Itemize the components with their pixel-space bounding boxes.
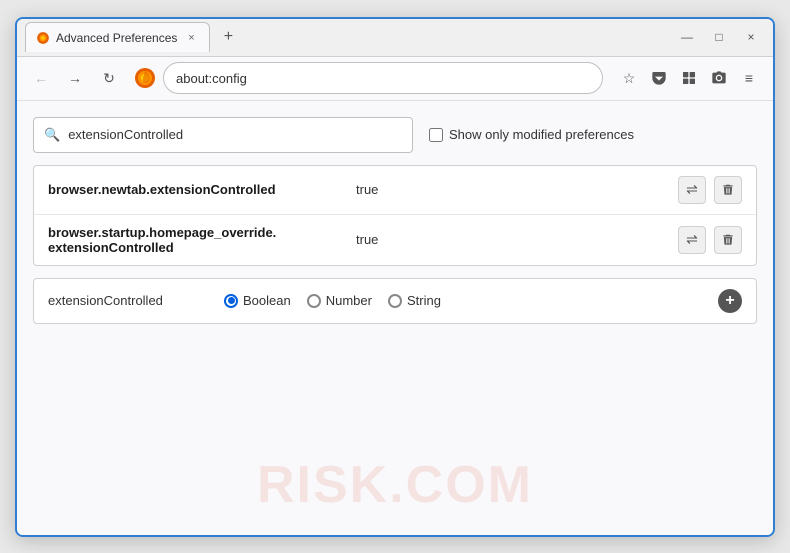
search-box: 🔍 bbox=[33, 117, 413, 153]
tab-close-button[interactable]: × bbox=[183, 30, 199, 46]
table-row: browser.newtab.extensionControlled true … bbox=[34, 166, 756, 215]
string-radio-circle bbox=[388, 294, 402, 308]
minimize-button[interactable]: — bbox=[673, 26, 701, 48]
pref-name-2-line1: browser.startup.homepage_override. bbox=[48, 225, 348, 240]
reload-button[interactable]: ↻ bbox=[95, 64, 123, 92]
boolean-radio-circle bbox=[224, 294, 238, 308]
pref-name-2: browser.startup.homepage_override. exten… bbox=[48, 225, 348, 255]
title-bar: Advanced Preferences × + — □ × bbox=[17, 19, 773, 57]
row-actions-2: ⇌ bbox=[678, 226, 742, 254]
maximize-button[interactable]: □ bbox=[705, 26, 733, 48]
modified-only-checkbox[interactable] bbox=[429, 128, 443, 142]
toggle-button-2[interactable]: ⇌ bbox=[678, 226, 706, 254]
tab-favicon bbox=[36, 31, 50, 45]
toggle-button-1[interactable]: ⇌ bbox=[678, 176, 706, 204]
boolean-label: Boolean bbox=[243, 293, 291, 308]
delete-button-1[interactable] bbox=[714, 176, 742, 204]
watermark: RISK.COM bbox=[257, 455, 533, 515]
pocket-icon[interactable] bbox=[645, 64, 673, 92]
address-bar[interactable]: about:config bbox=[163, 62, 603, 94]
nav-icons: ☆ ≡ bbox=[615, 64, 763, 92]
bookmark-icon[interactable]: ☆ bbox=[615, 64, 643, 92]
results-table: browser.newtab.extensionControlled true … bbox=[33, 165, 757, 266]
add-preference-row: extensionControlled Boolean Number Strin… bbox=[33, 278, 757, 324]
delete-button-2[interactable] bbox=[714, 226, 742, 254]
firefox-logo-icon bbox=[133, 66, 157, 90]
back-button[interactable]: ← bbox=[27, 64, 55, 92]
add-preference-button[interactable]: + bbox=[718, 289, 742, 313]
browser-tab[interactable]: Advanced Preferences × bbox=[25, 22, 210, 52]
number-radio-circle bbox=[307, 294, 321, 308]
number-label: Number bbox=[326, 293, 372, 308]
pref-value-2: true bbox=[356, 232, 670, 247]
modified-only-checkbox-label[interactable]: Show only modified preferences bbox=[429, 127, 634, 142]
new-pref-name: extensionControlled bbox=[48, 293, 208, 308]
search-row: 🔍 Show only modified preferences bbox=[33, 117, 757, 153]
pref-name-2-line2: extensionControlled bbox=[48, 240, 348, 255]
string-label: String bbox=[407, 293, 441, 308]
new-tab-button[interactable]: + bbox=[214, 23, 242, 51]
pref-value-1: true bbox=[356, 182, 670, 197]
table-row: browser.startup.homepage_override. exten… bbox=[34, 215, 756, 265]
string-radio-option[interactable]: String bbox=[388, 293, 441, 308]
nav-bar: ← → ↻ about:config ☆ bbox=[17, 57, 773, 101]
content-area: RISK.COM 🔍 Show only modified preference… bbox=[17, 101, 773, 535]
search-icon: 🔍 bbox=[44, 127, 60, 143]
close-button[interactable]: × bbox=[737, 26, 765, 48]
row-actions-1: ⇌ bbox=[678, 176, 742, 204]
search-input[interactable] bbox=[68, 127, 402, 142]
extension-icon[interactable] bbox=[675, 64, 703, 92]
boolean-radio-option[interactable]: Boolean bbox=[224, 293, 291, 308]
window-controls: — □ × bbox=[673, 26, 765, 48]
pref-name-1: browser.newtab.extensionControlled bbox=[48, 182, 348, 197]
modified-only-label: Show only modified preferences bbox=[449, 127, 634, 142]
browser-window: Advanced Preferences × + — □ × ← → ↻ abo… bbox=[15, 17, 775, 537]
type-radio-group: Boolean Number String bbox=[224, 293, 441, 308]
forward-button[interactable]: → bbox=[61, 64, 89, 92]
menu-icon[interactable]: ≡ bbox=[735, 64, 763, 92]
number-radio-option[interactable]: Number bbox=[307, 293, 372, 308]
tab-title: Advanced Preferences bbox=[56, 31, 177, 45]
address-text: about:config bbox=[176, 71, 247, 86]
screenshot-icon[interactable] bbox=[705, 64, 733, 92]
